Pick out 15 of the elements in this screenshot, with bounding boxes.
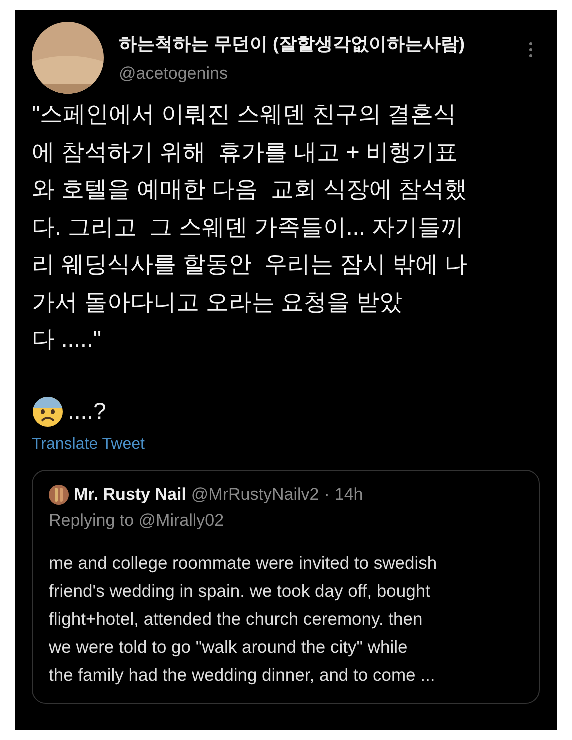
separator-dot: · [324,484,330,504]
quoted-author-name: Mr. Rusty Nail [74,484,186,504]
anxious-face-icon [32,396,64,428]
quoted-text: me and college roommate were invited to swedish friend's wedding in spain. we took day off, bought flight+hotel, attended the church ceremony. then we were told to go "walk around the city" while the family had the wedding dinner, and to come ... [49,552,438,687]
author-name: 하는척하는 무던이 (잘할생각없이하는사람) [119,33,466,56]
quoted-author-handle: @MrRustyNailv2 [191,484,320,504]
tweet-text: "스페인에서 이뤄진 스웨덴 친구의 결혼식 에 참석하기 위해 휴가를 내고 + 비행기표 와 호텔을 예매한 다음 교회 식장에 참석했 다. 그리고 그 스웨덴 가족들이... 자기들끼 리 웨딩식사를 할동안 우리는 잠시 밖에 나 가서 돌아다니고 오라는 요청을 받았 다 ....." [32,100,469,354]
avatar [49,484,69,504]
author-handle: @acetogenins [119,64,229,84]
translate-link[interactable]: Translate Tweet [32,436,145,454]
replying-to: Replying to @Mirally02 [49,510,226,530]
reaction-text: ....? [68,398,106,425]
quoted-tweet[interactable] [32,470,540,704]
timestamp: 14h [334,484,364,504]
more-icon[interactable] [529,42,533,58]
